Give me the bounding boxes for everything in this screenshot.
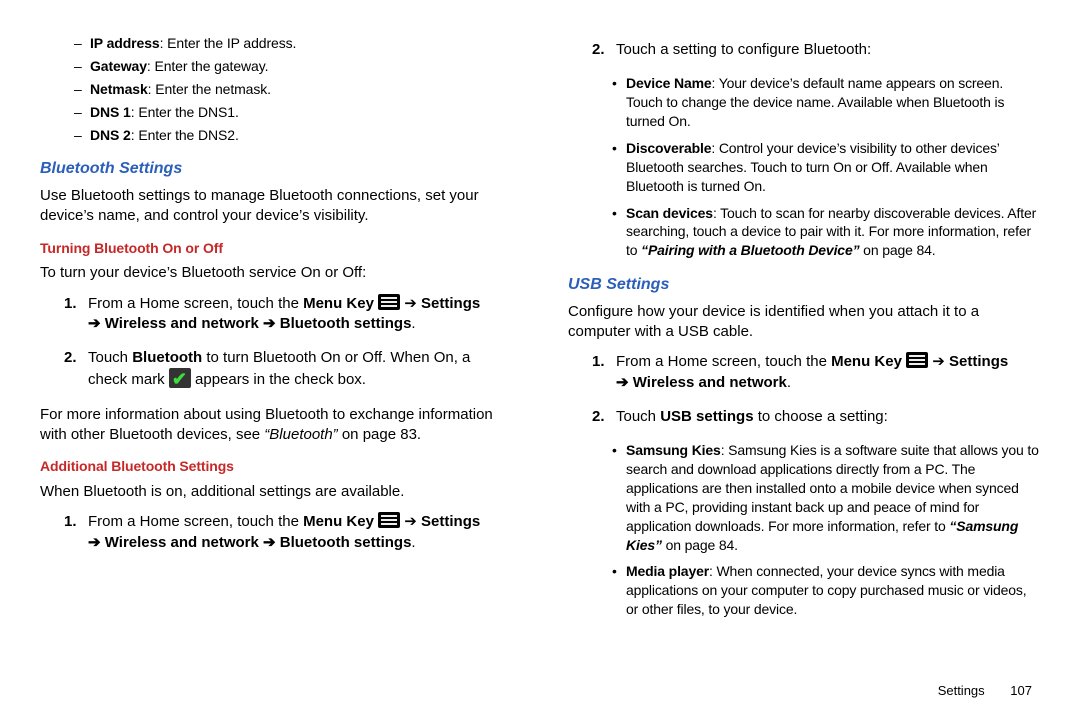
bts-label: Bluetooth settings	[280, 315, 412, 332]
step-1: From a Home screen, touch the Menu Key ➔…	[88, 294, 512, 335]
ref: “Pairing with a Bluetooth Device”	[641, 242, 859, 258]
b: on page 84.	[662, 537, 738, 553]
term: Media player	[626, 563, 709, 579]
menukey-label: Menu Key	[303, 513, 374, 530]
term: DNS 1	[90, 104, 131, 120]
menukey-label: Menu Key	[303, 295, 374, 312]
page-footer: Settings 107	[938, 682, 1032, 700]
usb-intro: Configure how your device is identified …	[568, 302, 1040, 343]
footer-label: Settings	[938, 683, 985, 698]
bt-more-info: For more information about using Bluetoo…	[40, 405, 512, 446]
term: DNS 2	[90, 127, 131, 143]
dash-dns1: DNS 1: Enter the DNS1.	[90, 103, 512, 122]
additional-bt-steps: From a Home screen, touch the Menu Key ➔…	[40, 512, 512, 553]
wn-label: Wireless and network	[105, 315, 259, 332]
settings-label: Settings	[421, 513, 480, 530]
arrow: ➔	[928, 353, 949, 370]
step-2: Touch Bluetooth to turn Bluetooth On or …	[88, 348, 512, 391]
ip-config-list: IP address: Enter the IP address. Gatewa…	[40, 34, 512, 144]
term: Samsung Kies	[626, 442, 721, 458]
turning-bt-steps: From a Home screen, touch the Menu Key ➔…	[40, 294, 512, 391]
opt-scan-devices: Scan devices: Touch to scan for nearby d…	[626, 204, 1040, 261]
c: to choose a setting:	[754, 408, 888, 425]
term: Gateway	[90, 58, 147, 74]
pre: From a Home screen, touch the	[88, 295, 303, 312]
settings-label: Settings	[949, 353, 1008, 370]
step-2: Touch USB settings to choose a setting:	[616, 407, 1040, 427]
a: Touch	[88, 349, 132, 366]
pre: From a Home screen, touch the	[88, 513, 303, 530]
arrow: ➔	[259, 315, 280, 332]
left-column: IP address: Enter the IP address. Gatewa…	[40, 30, 512, 627]
desc: : Enter the netmask.	[148, 81, 271, 97]
menukey-label: Menu Key	[831, 353, 902, 370]
step-1: From a Home screen, touch the Menu Key ➔…	[88, 512, 512, 553]
arrow: ➔	[400, 295, 421, 312]
desc: : Enter the DNS1.	[131, 104, 239, 120]
footer-page: 107	[1010, 683, 1032, 698]
dot: .	[411, 534, 415, 551]
settings-label: Settings	[421, 295, 480, 312]
dot: .	[411, 315, 415, 332]
term: Discoverable	[626, 140, 711, 156]
dot: .	[787, 374, 791, 391]
dash-gateway: Gateway: Enter the gateway.	[90, 57, 512, 76]
term: Netmask	[90, 81, 148, 97]
heading-additional-bt: Additional Bluetooth Settings	[40, 457, 512, 476]
arrow: ➔	[616, 374, 633, 391]
arrow: ➔	[400, 513, 421, 530]
opt-samsung-kies: Samsung Kies: Samsung Kies is a software…	[626, 441, 1040, 554]
ref: “Bluetooth”	[264, 426, 337, 443]
desc: : Enter the IP address.	[160, 35, 297, 51]
usb-steps: From a Home screen, touch the Menu Key ➔…	[568, 352, 1040, 427]
term: IP address	[90, 35, 160, 51]
dash-ip: IP address: Enter the IP address.	[90, 34, 512, 53]
opt-discoverable: Discoverable: Control your device’s visi…	[626, 139, 1040, 196]
opt-media-player: Media player: When connected, your devic…	[626, 562, 1040, 619]
bluetooth-intro: Use Bluetooth settings to manage Bluetoo…	[40, 186, 512, 227]
step-1: From a Home screen, touch the Menu Key ➔…	[616, 352, 1040, 393]
bt-label: Bluetooth	[132, 349, 202, 366]
arrow: ➔	[88, 315, 105, 332]
step-2: Touch a setting to configure Bluetooth:	[616, 40, 1040, 60]
manual-page: IP address: Enter the IP address. Gatewa…	[0, 0, 1080, 627]
bts-label: Bluetooth settings	[280, 534, 412, 551]
b: on page 84.	[859, 242, 935, 258]
term: Device Name	[626, 75, 712, 91]
right-column: Touch a setting to configure Bluetooth: …	[568, 30, 1040, 627]
b: on page 83.	[338, 426, 421, 443]
usb-options: Samsung Kies: Samsung Kies is a software…	[568, 441, 1040, 619]
bt-options: Device Name: Your device’s default name …	[568, 74, 1040, 260]
heading-turning-bt: Turning Bluetooth On or Off	[40, 239, 512, 258]
menu-key-icon	[906, 352, 928, 368]
b: USB settings	[660, 408, 753, 425]
turning-bt-intro: To turn your device’s Bluetooth service …	[40, 263, 512, 283]
heading-usb-settings: USB Settings	[568, 274, 1040, 296]
term: Scan devices	[626, 205, 713, 221]
menu-key-icon	[378, 512, 400, 528]
heading-bluetooth-settings: Bluetooth Settings	[40, 158, 512, 180]
opt-device-name: Device Name: Your device’s default name …	[626, 74, 1040, 131]
wn-label: Wireless and network	[105, 534, 259, 551]
additional-bt-intro: When Bluetooth is on, additional setting…	[40, 482, 512, 502]
desc: : Enter the DNS2.	[131, 127, 239, 143]
arrow: ➔	[88, 534, 105, 551]
pre: From a Home screen, touch the	[616, 353, 831, 370]
wn-label: Wireless and network	[633, 374, 787, 391]
desc: : Enter the gateway.	[147, 58, 268, 74]
a: Touch	[616, 408, 660, 425]
d: appears in the check box.	[191, 371, 366, 388]
arrow: ➔	[259, 534, 280, 551]
intro: Touch a setting to configure Bluetooth:	[616, 41, 871, 58]
dash-dns2: DNS 2: Enter the DNS2.	[90, 126, 512, 145]
configure-bt-steps: Touch a setting to configure Bluetooth:	[568, 40, 1040, 60]
menu-key-icon	[378, 294, 400, 310]
dash-netmask: Netmask: Enter the netmask.	[90, 80, 512, 99]
check-icon	[169, 368, 191, 388]
